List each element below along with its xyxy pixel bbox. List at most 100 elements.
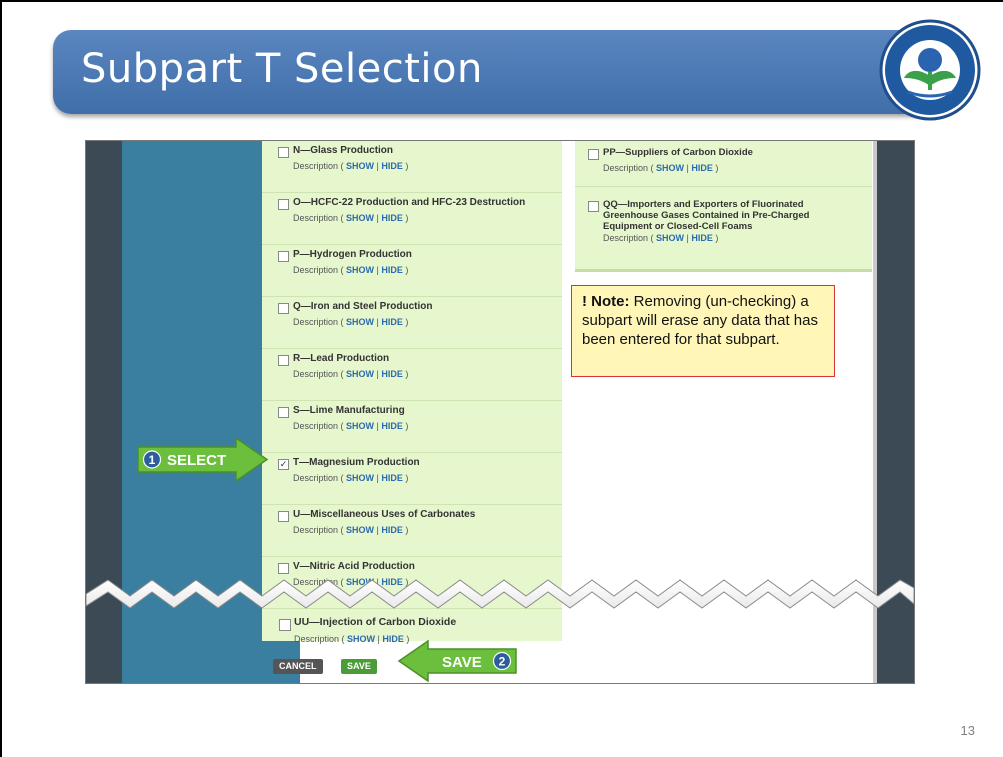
show-link[interactable]: SHOW [347,634,375,644]
subpart-label: R—Lead Production [293,353,390,364]
description-row: Description ( SHOW | HIDE ) [293,265,408,275]
list-item: Q—Iron and Steel Production Description … [262,297,562,349]
hide-link[interactable]: HIDE [381,525,403,535]
description-row: Description ( SHOW | HIDE ) [293,213,408,223]
note-prefix: ! Note: [582,293,630,310]
list-divider [575,269,872,272]
label-line: Equipment or Closed-Cell Foams [603,221,753,232]
desc-prefix: Description ( [603,233,657,243]
application-screenshot: N—Glass Production Description ( SHOW | … [85,140,915,684]
subpart-label: QQ—Importers and Exporters of Fluorinate… [603,199,853,232]
description-row: Description ( SHOW | HIDE ) [293,369,408,379]
slide-title: Subpart T Selection [81,46,483,92]
subpart-label: UU—Injection of Carbon Dioxide [294,616,457,628]
subpart-checkbox[interactable] [278,407,289,418]
description-row: Description ( SHOW | HIDE ) [294,634,409,644]
cancel-button[interactable]: CANCEL [273,659,323,674]
subpart-checkbox[interactable] [278,355,289,366]
description-row: Description ( SHOW | HIDE ) [293,317,408,327]
desc-prefix: Description ( [293,265,347,275]
label-line: QQ—Importers and Exporters of Fluorinate… [603,199,804,210]
list-item: P—Hydrogen Production Description ( SHOW… [262,245,562,297]
subpart-label: O—HCFC-22 Production and HFC-23 Destruct… [293,197,526,208]
save-callout-arrow: SAVE 2 [398,640,517,682]
desc-prefix: Description ( [294,634,348,644]
list-item: N—Glass Production Description ( SHOW | … [262,141,562,193]
subpart-checkbox[interactable] [278,147,289,158]
subpart-checkbox[interactable] [278,511,289,522]
desc-prefix: Description ( [293,525,347,535]
hide-link[interactable]: HIDE [381,369,403,379]
subpart-label: T—Magnesium Production [293,457,420,468]
list-item: QQ—Importers and Exporters of Fluorinate… [575,193,872,269]
subpart-label: S—Lime Manufacturing [293,405,405,416]
subpart-checkbox[interactable] [588,201,599,212]
description-row: Description ( SHOW | HIDE ) [603,163,718,173]
save-callout-label: SAVE [442,654,482,671]
list-item: O—HCFC-22 Production and HFC-23 Destruct… [262,193,562,245]
desc-suffix: ) [712,233,719,243]
desc-prefix: Description ( [603,163,657,173]
slide-border-top [0,0,1003,2]
subpart-label: P—Hydrogen Production [293,249,412,260]
show-link[interactable]: SHOW [346,161,374,171]
list-item: ✓ T—Magnesium Production Description ( S… [262,453,562,505]
hide-link[interactable]: HIDE [381,265,403,275]
list-item: U—Miscellaneous Uses of Carbonates Descr… [262,505,562,557]
hide-link[interactable]: HIDE [691,163,713,173]
desc-suffix: ) [402,421,409,431]
save-step-number: 2 [499,655,506,669]
subpart-checkbox-checked[interactable]: ✓ [278,459,289,470]
subpart-checkbox[interactable] [278,199,289,210]
show-link[interactable]: SHOW [346,369,374,379]
description-row: Description ( SHOW | HIDE ) [293,421,408,431]
desc-suffix: ) [712,163,719,173]
select-callout-arrow: 1 SELECT [137,437,269,482]
desc-suffix: ) [402,265,409,275]
label-line: Greenhouse Gases Contained in Pre-Charge… [603,210,810,221]
save-button[interactable]: SAVE [341,659,377,674]
select-step-number: 1 [149,453,156,467]
list-item: PP—Suppliers of Carbon Dioxide Descripti… [575,141,872,187]
subpart-checkbox[interactable] [279,619,291,631]
slide-number: 13 [960,723,975,738]
subpart-label: PP—Suppliers of Carbon Dioxide [603,147,753,158]
show-link[interactable]: SHOW [346,525,374,535]
list-item: R—Lead Production Description ( SHOW | H… [262,349,562,401]
show-link[interactable]: SHOW [346,265,374,275]
slide-border-left [0,0,2,757]
description-row: Description ( SHOW | HIDE ) [293,473,408,483]
desc-suffix: ) [402,213,409,223]
show-link[interactable]: SHOW [346,421,374,431]
show-link[interactable]: SHOW [346,473,374,483]
subpart-label: N—Glass Production [293,145,394,156]
desc-suffix: ) [402,369,409,379]
list-item: UU—Injection of Carbon Dioxide Descripti… [262,603,562,644]
hide-link[interactable]: HIDE [381,317,403,327]
show-link[interactable]: SHOW [346,213,374,223]
subpart-checkbox[interactable] [278,303,289,314]
desc-prefix: Description ( [293,161,347,171]
show-link[interactable]: SHOW [656,233,684,243]
warning-note: ! Note: Removing (un-checking) a subpart… [571,285,835,377]
desc-suffix: ) [402,473,409,483]
hide-link[interactable]: HIDE [381,161,403,171]
desc-prefix: Description ( [293,369,347,379]
desc-prefix: Description ( [293,213,347,223]
subpart-checkbox[interactable] [278,251,289,262]
epa-seal-logo [879,19,981,121]
hide-link[interactable]: HIDE [381,213,403,223]
subpart-label: Q—Iron and Steel Production [293,301,433,312]
subpart-checkbox[interactable] [588,149,599,160]
hide-link[interactable]: HIDE [381,473,403,483]
hide-link[interactable]: HIDE [381,421,403,431]
desc-suffix: ) [402,317,409,327]
show-link[interactable]: SHOW [346,317,374,327]
desc-prefix: Description ( [293,473,347,483]
hide-link[interactable]: HIDE [691,233,713,243]
show-link[interactable]: SHOW [656,163,684,173]
subpart-label: U—Miscellaneous Uses of Carbonates [293,509,476,520]
subpart-list-right: PP—Suppliers of Carbon Dioxide Descripti… [575,141,872,271]
select-callout-label: SELECT [167,452,226,469]
desc-prefix: Description ( [293,317,347,327]
